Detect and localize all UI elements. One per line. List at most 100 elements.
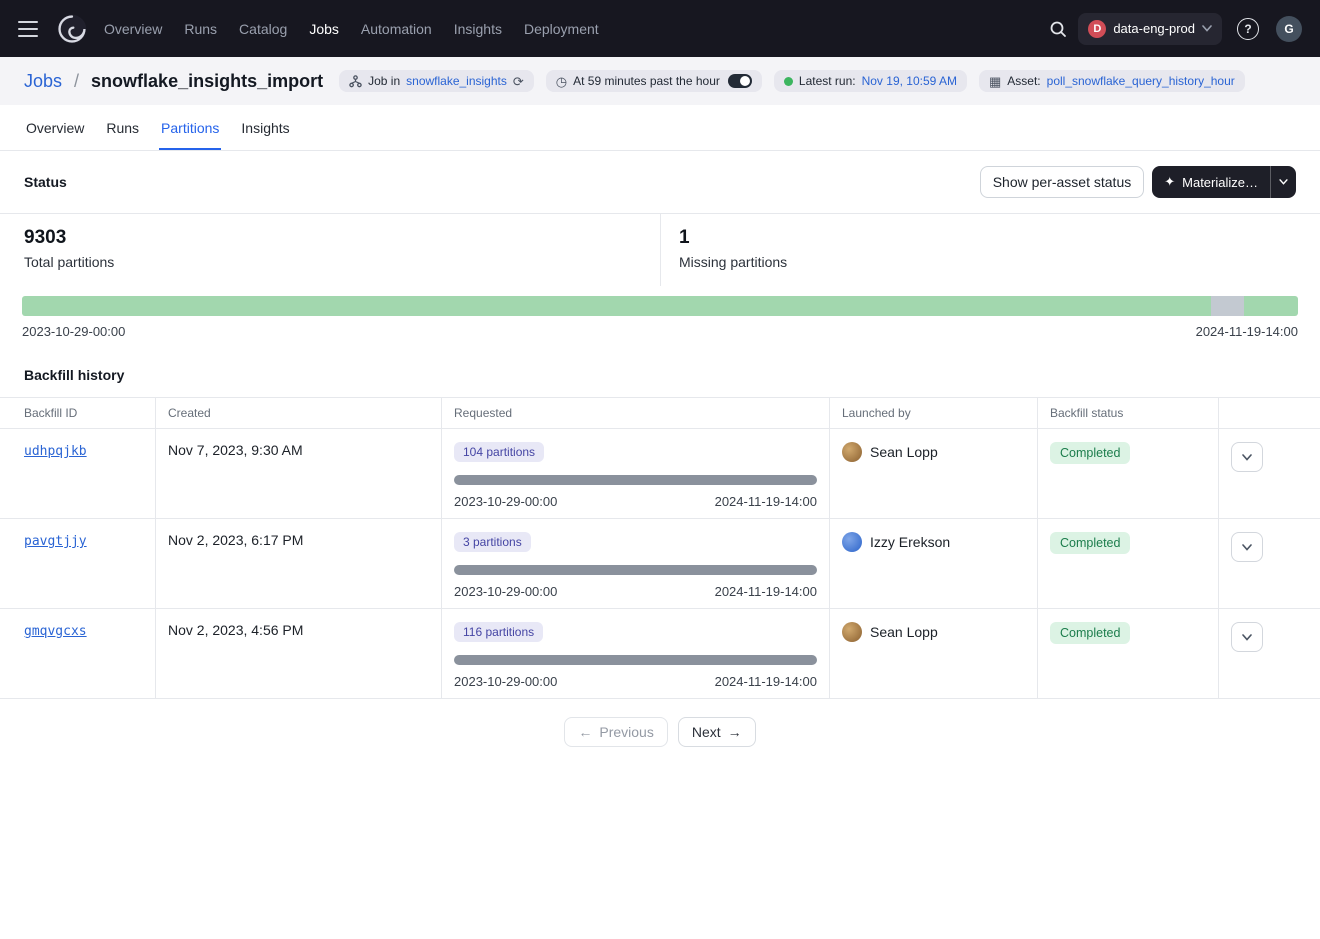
- materialize-dropdown-button[interactable]: [1270, 166, 1296, 198]
- status-section-header: Status Show per-asset status ✦ Materiali…: [0, 151, 1320, 213]
- materialize-button[interactable]: ✦ Materialize…: [1152, 166, 1270, 198]
- nav-right: D data-eng-prod ? G: [1042, 13, 1302, 45]
- backfill-id-link[interactable]: pavgtjjy: [24, 534, 87, 549]
- backfill-id-link[interactable]: gmqvgcxs: [24, 624, 87, 639]
- col-backfill-id: Backfill ID: [0, 398, 155, 429]
- nav-item-overview[interactable]: Overview: [104, 21, 162, 37]
- schedule-badge: ◷ At 59 minutes past the hour: [546, 70, 762, 92]
- status-cell: Completed: [1037, 609, 1218, 699]
- job-in-badge: Job in snowflake_insights ⟳: [339, 70, 534, 92]
- actions-cell: [1218, 519, 1320, 609]
- tab-overview[interactable]: Overview: [24, 105, 86, 150]
- status-badge: Completed: [1050, 442, 1130, 464]
- deployment-badge: D: [1088, 20, 1106, 38]
- asset-link[interactable]: poll_snowflake_query_history_hour: [1047, 74, 1235, 88]
- chevron-down-icon: [1242, 634, 1252, 641]
- deployment-switcher[interactable]: D data-eng-prod: [1078, 13, 1222, 45]
- job-tabs: Overview Runs Partitions Insights: [0, 105, 1320, 151]
- actions-cell: [1218, 429, 1320, 519]
- tab-partitions[interactable]: Partitions: [159, 105, 221, 150]
- pagination: ← Previous Next →: [0, 717, 1320, 747]
- user-avatar-icon: [842, 622, 862, 642]
- hamburger-menu-icon[interactable]: [18, 19, 44, 39]
- backfill-range-end: 2024-11-19-14:00: [715, 584, 817, 599]
- user-avatar-icon: [842, 442, 862, 462]
- nav-item-insights[interactable]: Insights: [454, 21, 502, 37]
- show-per-asset-status-button[interactable]: Show per-asset status: [980, 166, 1145, 198]
- created-cell: Nov 2, 2023, 4:56 PM: [155, 609, 441, 699]
- partition-health-bar[interactable]: [22, 296, 1298, 316]
- arrow-left-icon: ←: [578, 724, 592, 740]
- next-page-button[interactable]: Next →: [678, 717, 756, 747]
- status-badge: Completed: [1050, 622, 1130, 644]
- row-menu-button[interactable]: [1231, 622, 1263, 652]
- launched-by-name: Sean Lopp: [870, 444, 938, 460]
- missing-partitions-stat: 1 Missing partitions: [660, 214, 1320, 286]
- status-actions: Show per-asset status ✦ Materialize…: [980, 166, 1296, 198]
- row-menu-button[interactable]: [1231, 442, 1263, 472]
- total-partitions-value: 9303: [24, 227, 636, 249]
- latest-run-badge: Latest run: Nov 19, 10:59 AM: [774, 70, 967, 92]
- schedule-label: At 59 minutes past the hour: [573, 74, 720, 88]
- col-backfill-status: Backfill status: [1037, 398, 1218, 429]
- partition-stats: 9303 Total partitions 1 Missing partitio…: [0, 213, 1320, 286]
- main-nav: Overview Runs Catalog Jobs Automation In…: [104, 21, 599, 37]
- backfill-progress-bar: [454, 475, 817, 485]
- range-end: 2024-11-19-14:00: [1196, 324, 1298, 339]
- tab-runs[interactable]: Runs: [104, 105, 141, 150]
- backfill-id-link[interactable]: udhpqjkb: [24, 444, 87, 459]
- backfill-range-end: 2024-11-19-14:00: [715, 494, 817, 509]
- clock-icon: ◷: [556, 75, 567, 88]
- breadcrumb-jobs-link[interactable]: Jobs: [24, 71, 62, 92]
- asset-badge: ▦ Asset: poll_snowflake_query_history_ho…: [979, 70, 1245, 92]
- nav-item-catalog[interactable]: Catalog: [239, 21, 287, 37]
- table-row: gmqvgcxs: [0, 609, 155, 699]
- nav-left: Overview Runs Catalog Jobs Automation In…: [18, 11, 599, 47]
- asset-prefix: Asset:: [1007, 74, 1040, 88]
- dagster-logo-icon[interactable]: [54, 11, 90, 47]
- nav-item-automation[interactable]: Automation: [361, 21, 432, 37]
- materialize-split-button: ✦ Materialize…: [1152, 166, 1296, 198]
- created-cell: Nov 7, 2023, 9:30 AM: [155, 429, 441, 519]
- job-header: Jobs / snowflake_insights_import Job in …: [0, 57, 1320, 105]
- table-row: udhpqjkb: [0, 429, 155, 519]
- backfill-history-heading: Backfill history: [24, 367, 1296, 383]
- refresh-icon[interactable]: ⟳: [513, 75, 524, 88]
- backfill-progress-bar: [454, 655, 817, 665]
- missing-partition-segment[interactable]: [1211, 296, 1244, 316]
- row-menu-button[interactable]: [1231, 532, 1263, 562]
- backfill-range-start: 2023-10-29-00:00: [454, 674, 557, 689]
- backfill-range-start: 2023-10-29-00:00: [454, 494, 557, 509]
- tab-insights[interactable]: Insights: [239, 105, 291, 150]
- page: Overview Runs Catalog Jobs Automation In…: [0, 0, 1320, 939]
- asset-grid-icon: ▦: [989, 75, 1001, 88]
- search-icon[interactable]: [1042, 13, 1074, 45]
- previous-page-button[interactable]: ← Previous: [564, 717, 667, 747]
- partition-count-chip: 104 partitions: [454, 442, 544, 462]
- requested-cell: 116 partitions 2023-10-29-00:00 2024-11-…: [441, 609, 829, 699]
- sparkle-icon: ✦: [1164, 174, 1175, 190]
- job-in-prefix: Job in: [368, 74, 400, 88]
- user-avatar[interactable]: G: [1276, 16, 1302, 42]
- launched-by-cell: Sean Lopp: [829, 609, 1037, 699]
- nav-item-jobs[interactable]: Jobs: [309, 21, 339, 37]
- nav-item-runs[interactable]: Runs: [184, 21, 217, 37]
- chevron-down-icon: [1279, 179, 1288, 185]
- deployment-name: data-eng-prod: [1113, 21, 1195, 36]
- user-avatar-icon: [842, 532, 862, 552]
- schedule-toggle[interactable]: [728, 74, 752, 88]
- status-badge: Completed: [1050, 532, 1130, 554]
- job-graph-icon: [349, 75, 362, 88]
- status-cell: Completed: [1037, 429, 1218, 519]
- actions-cell: [1218, 609, 1320, 699]
- nav-item-deployment[interactable]: Deployment: [524, 21, 599, 37]
- missing-partitions-label: Missing partitions: [679, 254, 1296, 270]
- top-nav: Overview Runs Catalog Jobs Automation In…: [0, 0, 1320, 57]
- partition-count-chip: 3 partitions: [454, 532, 531, 552]
- latest-run-link[interactable]: Nov 19, 10:59 AM: [862, 74, 957, 88]
- job-in-link[interactable]: snowflake_insights: [406, 74, 507, 88]
- launched-by-cell: Izzy Erekson: [829, 519, 1037, 609]
- status-cell: Completed: [1037, 519, 1218, 609]
- help-icon[interactable]: ?: [1232, 13, 1264, 45]
- missing-partitions-value: 1: [679, 227, 1296, 249]
